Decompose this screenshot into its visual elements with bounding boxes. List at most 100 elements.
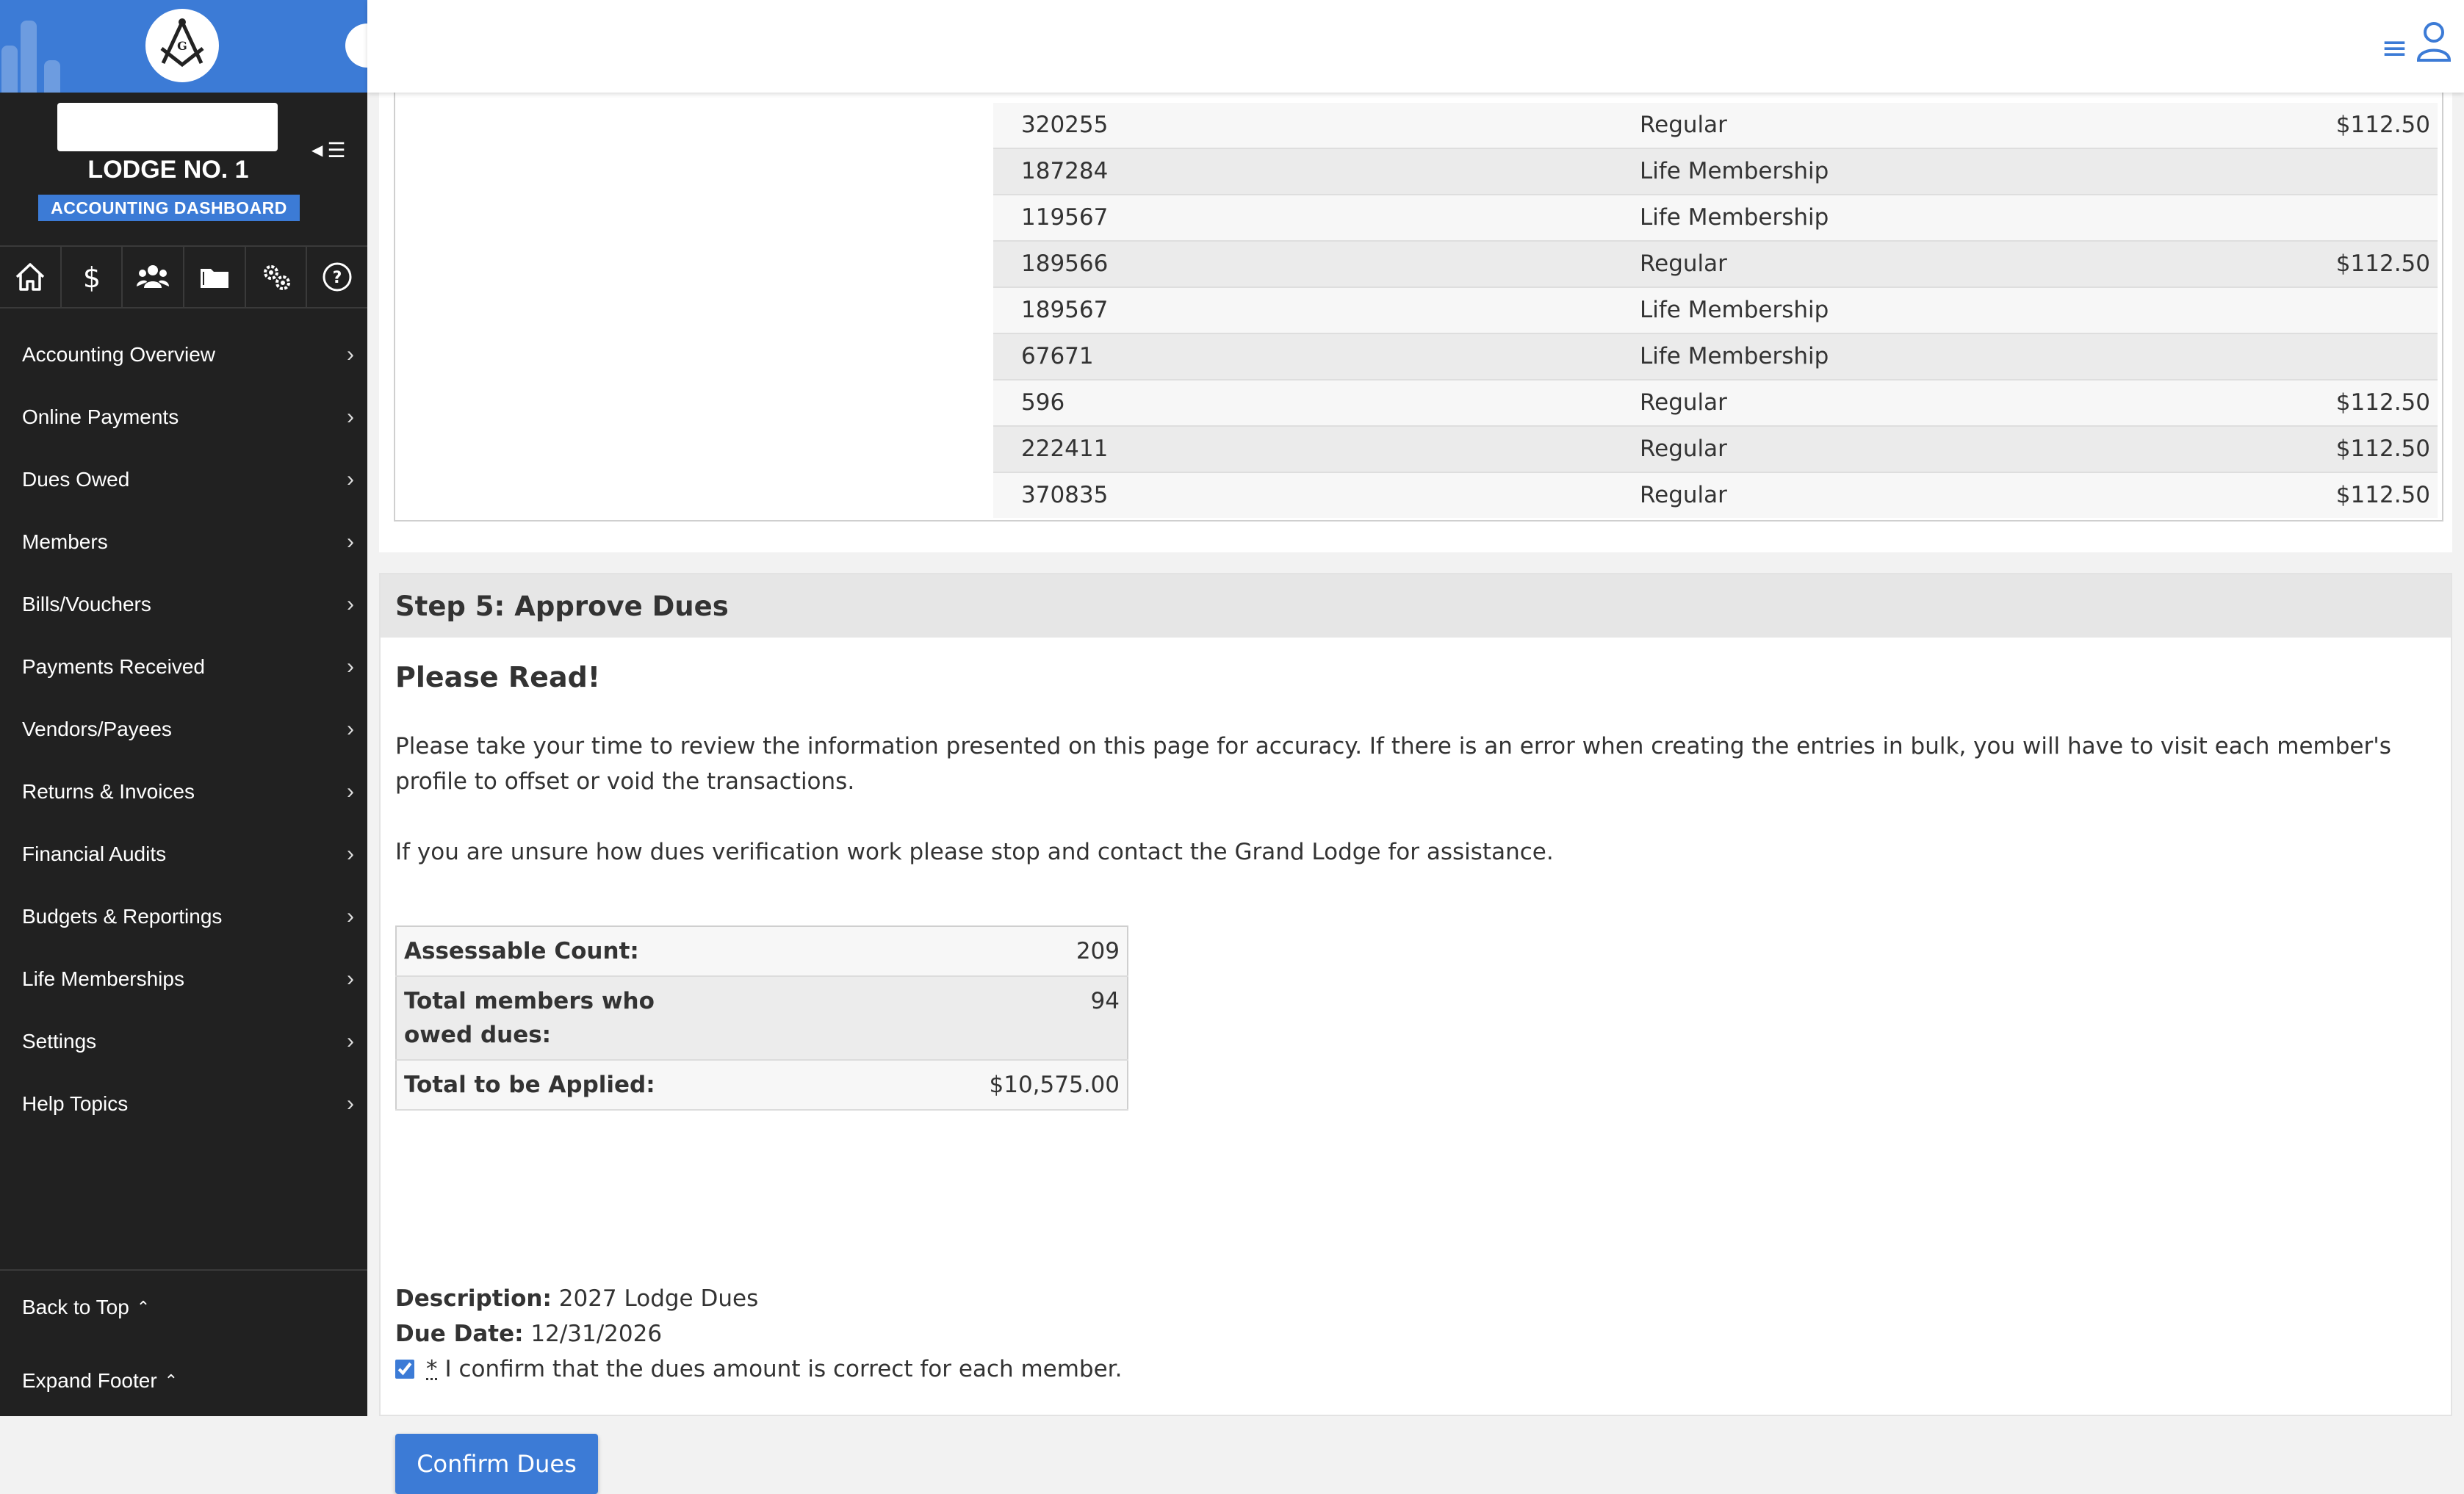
member-id: 222411: [1021, 436, 1109, 462]
sidebar-item-accounting-overview[interactable]: Accounting Overview ›: [0, 323, 367, 386]
summary-row: Total to be Applied: $10,575.00: [396, 1060, 1128, 1111]
sidebar-item-label: Settings: [22, 1029, 97, 1053]
accounting-nav-button[interactable]: $: [62, 247, 123, 307]
sidebar: G ◀ ☰ LODGE NO. 1 ACCOUNTING DASHBOARD $: [0, 0, 367, 1416]
table-row: 320255 Regular $112.50: [993, 103, 2438, 149]
decorative-bar: [44, 60, 60, 93]
description-value: 2027 Lodge Dues: [558, 1285, 759, 1312]
svg-text:$: $: [82, 261, 100, 294]
back-to-top-label: Back to Top: [22, 1296, 129, 1318]
dues-summary-table: Assessable Count: 209 Total members who …: [395, 925, 1128, 1111]
settings-nav-button[interactable]: [246, 247, 308, 307]
masonic-logo[interactable]: G: [145, 9, 219, 82]
summary-row: Assessable Count: 209: [396, 926, 1128, 977]
confirm-checkbox-label: I confirm that the dues amount is correc…: [444, 1356, 1123, 1382]
sidebar-item-label: Online Payments: [22, 405, 179, 428]
settings-icon: [263, 265, 290, 290]
membership-type: Regular: [1640, 389, 1727, 416]
folder-icon: [200, 269, 228, 288]
sidebar-item-settings[interactable]: Settings ›: [0, 1010, 367, 1072]
confirm-dues-button[interactable]: Confirm Dues: [395, 1434, 598, 1494]
chevron-right-icon: ›: [347, 779, 354, 804]
brand-notch: [345, 24, 367, 68]
member-id: 119567: [1021, 204, 1109, 231]
main-content: 320255 Regular $112.50 187284 Life Membersh…: [379, 93, 2452, 1494]
confirm-amount-checkbox[interactable]: [395, 1360, 414, 1379]
dashboard-badge: ACCOUNTING DASHBOARD: [38, 195, 300, 221]
sidebar-item-life-memberships[interactable]: Life Memberships ›: [0, 948, 367, 1010]
members-icon: [137, 265, 170, 288]
svg-text:?: ?: [333, 269, 342, 287]
help-nav-button[interactable]: ?: [307, 247, 367, 307]
members-nav-button[interactable]: [123, 247, 185, 307]
member-id: 596: [1021, 389, 1065, 416]
total-applied-value: $10,575.00: [735, 1060, 1128, 1111]
dues-amount: $112.50: [2335, 389, 2430, 416]
step5-panel: Step 5: Approve Dues Please Read! Please…: [379, 573, 2452, 1494]
decorative-bar: [21, 21, 37, 93]
membership-type: Regular: [1640, 112, 1727, 138]
member-id: 370835: [1021, 482, 1109, 508]
sidebar-menu: Accounting Overview › Online Payments › Du…: [0, 323, 367, 1135]
table-row: 119567 Life Membership: [993, 195, 2438, 242]
member-id: 189566: [1021, 250, 1109, 277]
home-nav-button[interactable]: [0, 247, 62, 307]
home-icon: [15, 263, 45, 291]
total-applied-label: Total to be Applied:: [396, 1060, 735, 1111]
chevron-right-icon: ›: [347, 342, 354, 367]
sidebar-item-label: Members: [22, 530, 108, 553]
dues-amount: $112.50: [2335, 112, 2430, 138]
chevron-right-icon: ›: [347, 591, 354, 616]
membership-type: Regular: [1640, 436, 1727, 462]
chevron-right-icon: ›: [347, 466, 354, 491]
description-line: Description: 2027 Lodge Dues: [395, 1285, 758, 1312]
lodge-name-box: [57, 103, 278, 151]
members-owed-value: 94: [735, 976, 1128, 1061]
chevron-right-icon: ›: [347, 654, 354, 679]
membership-type: Life Membership: [1640, 297, 1829, 323]
quick-nav: $ ?: [0, 245, 367, 308]
chevron-up-icon: ⌃: [136, 1298, 151, 1316]
svg-text:G: G: [177, 39, 187, 53]
assessable-count-label: Assessable Count:: [396, 926, 735, 977]
step5-header: Step 5: Approve Dues: [381, 574, 2451, 638]
sidebar-item-financial-audits[interactable]: Financial Audits ›: [0, 823, 367, 885]
sidebar-item-members[interactable]: Members ›: [0, 510, 367, 573]
user-profile-icon[interactable]: [2416, 21, 2452, 65]
back-to-top-link[interactable]: Back to Top ⌃: [0, 1271, 367, 1344]
sidebar-item-budgets-reportings[interactable]: Budgets & Reportings ›: [0, 885, 367, 948]
due-date-line: Due Date: 12/31/2026: [395, 1321, 662, 1347]
sidebar-item-label: Life Memberships: [22, 967, 184, 990]
sidebar-item-bills-vouchers[interactable]: Bills/Vouchers ›: [0, 573, 367, 635]
table-row: 370835 Regular $112.50: [993, 473, 2438, 518]
members-dues-table: 320255 Regular $112.50 187284 Life Membersh…: [394, 93, 2443, 522]
sidebar-item-label: Accounting Overview: [22, 342, 216, 366]
membership-type: Regular: [1640, 482, 1727, 508]
review-warning-text: Please take your time to review the info…: [395, 733, 2391, 795]
dues-amount: $112.50: [2335, 436, 2430, 462]
assessable-count-value: 209: [735, 926, 1128, 977]
sidebar-item-help-topics[interactable]: Help Topics ›: [0, 1072, 367, 1135]
sidebar-item-label: Bills/Vouchers: [22, 592, 151, 616]
sidebar-item-dues-owed[interactable]: Dues Owed ›: [0, 448, 367, 510]
confirm-checkbox-row[interactable]: * I confirm that the dues amount is corr…: [395, 1356, 1122, 1382]
assistance-note-text: If you are unsure how dues verification …: [395, 839, 1554, 865]
due-date-label: Due Date:: [395, 1321, 524, 1347]
chevron-right-icon: ›: [347, 716, 354, 741]
table-row: 189567 Life Membership: [993, 288, 2438, 334]
chevron-right-icon: ›: [347, 966, 354, 991]
chevron-up-icon: ⌃: [164, 1371, 179, 1390]
sidebar-item-returns-invoices[interactable]: Returns & Invoices ›: [0, 760, 367, 823]
sidebar-item-label: Financial Audits: [22, 842, 167, 865]
sidebar-item-payments-received[interactable]: Payments Received ›: [0, 635, 367, 698]
help-icon: ?: [323, 262, 352, 292]
hamburger-menu-icon[interactable]: ≡: [2381, 29, 2408, 67]
chevron-right-icon: ›: [347, 841, 354, 866]
description-label: Description:: [395, 1285, 552, 1312]
sidebar-item-vendors-payees[interactable]: Vendors/Payees ›: [0, 698, 367, 760]
sidebar-item-label: Dues Owed: [22, 467, 130, 491]
sidebar-item-online-payments[interactable]: Online Payments ›: [0, 386, 367, 448]
square-compass-icon: G: [160, 18, 204, 68]
documents-nav-button[interactable]: [184, 247, 246, 307]
expand-footer-link[interactable]: Expand Footer ⌃: [0, 1344, 367, 1418]
